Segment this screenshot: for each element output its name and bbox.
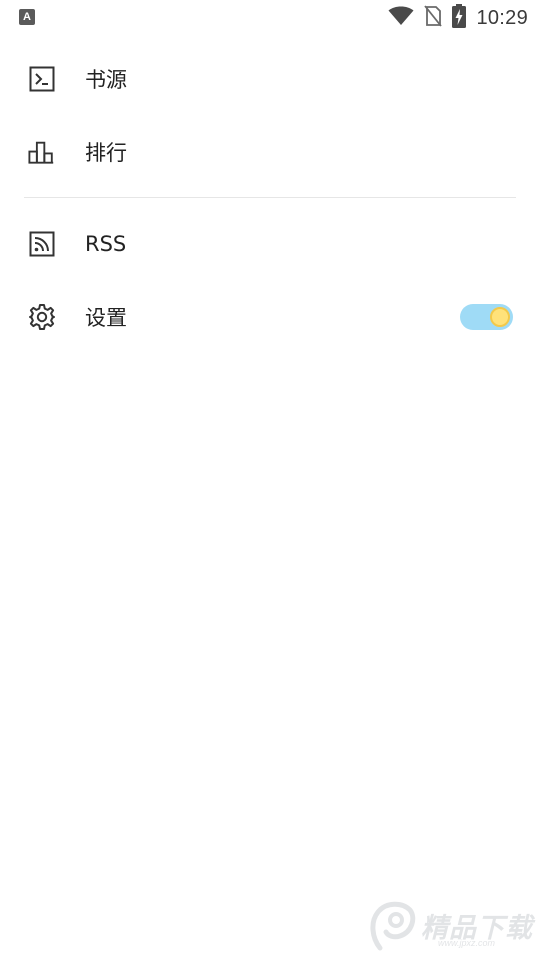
menu-divider bbox=[24, 197, 516, 198]
rss-icon bbox=[28, 230, 56, 258]
menu-item-label: RSS bbox=[85, 231, 127, 256]
status-icons: 10:29 bbox=[388, 0, 528, 36]
watermark-logo-icon bbox=[370, 901, 416, 951]
clock: 10:29 bbox=[476, 6, 528, 29]
watermark: 精品下载 www.jpxz.com bbox=[366, 898, 536, 956]
menu-item-label: 书源 bbox=[85, 67, 127, 92]
toggle-thumb bbox=[490, 306, 510, 327]
bar-chart-icon bbox=[28, 138, 56, 166]
theme-toggle[interactable] bbox=[460, 303, 513, 330]
menu-item-ranking[interactable]: 排行 bbox=[0, 115, 540, 188]
drawer-menu: 书源 排行 RSS 设置 bbox=[0, 42, 540, 353]
battery-charging-icon bbox=[452, 4, 467, 32]
wifi-icon bbox=[388, 6, 414, 30]
app-notification-icon: A bbox=[19, 9, 35, 25]
menu-item-label: 设置 bbox=[85, 305, 127, 330]
menu-item-book-source[interactable]: 书源 bbox=[0, 42, 540, 115]
no-sim-icon bbox=[424, 5, 443, 31]
terminal-icon bbox=[28, 65, 56, 93]
status-bar: A 10:29 bbox=[0, 0, 540, 36]
menu-item-label: 排行 bbox=[85, 140, 127, 165]
watermark-url: www.jpxz.com bbox=[438, 938, 496, 948]
gear-icon bbox=[28, 303, 56, 331]
menu-item-rss[interactable]: RSS bbox=[0, 207, 540, 280]
menu-item-settings[interactable]: 设置 bbox=[0, 280, 540, 353]
